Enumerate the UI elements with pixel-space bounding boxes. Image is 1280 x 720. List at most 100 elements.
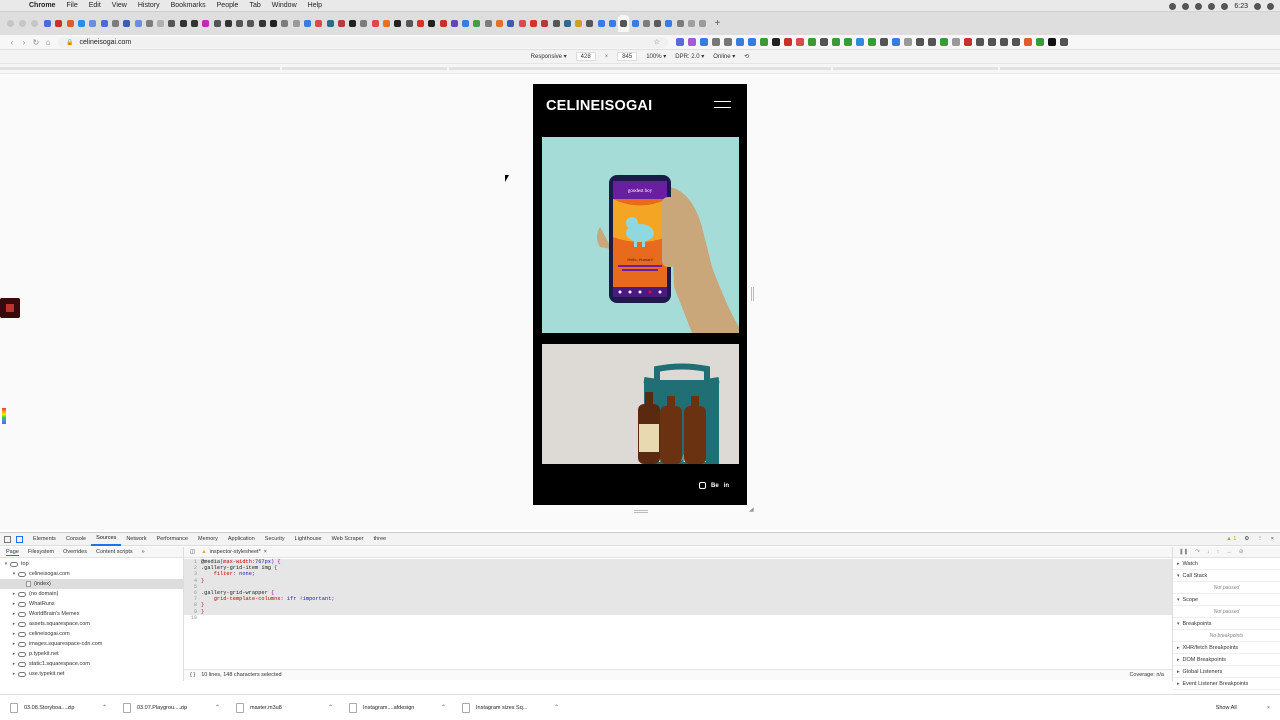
settings-gear-icon[interactable]: ⚙ <box>1244 536 1249 542</box>
line-number[interactable]: 6 <box>184 590 201 596</box>
tree-item[interactable]: ▸ WorldBrain's Memex <box>0 609 183 619</box>
browser-tab[interactable] <box>437 15 448 32</box>
browser-tab[interactable] <box>607 15 618 32</box>
tree-item[interactable]: ▸ p.typekit.net <box>0 649 183 659</box>
menu-edit[interactable]: Edit <box>89 2 101 9</box>
expanded-arrow-icon[interactable]: ▾ <box>10 571 18 577</box>
zoom-window-button[interactable] <box>31 20 38 27</box>
close-downloads-icon[interactable]: × <box>1267 705 1270 711</box>
deactivate-breakpoints-icon[interactable]: ⊘ <box>1239 549 1244 555</box>
code-line[interactable]: 10 <box>184 615 1172 621</box>
devtools-tab-performance[interactable]: Performance <box>151 533 193 546</box>
dom-breakpoints-section[interactable]: ▸ DOM Breakpoints <box>1173 654 1280 666</box>
zoom-select[interactable]: 100% ▾ <box>646 53 666 60</box>
browser-tab[interactable] <box>483 15 494 32</box>
line-number[interactable]: 5 <box>184 584 201 590</box>
extension-icon[interactable] <box>1012 38 1020 46</box>
extension-icon[interactable] <box>964 38 972 46</box>
browser-tab[interactable] <box>42 15 53 32</box>
browser-tab[interactable] <box>550 15 561 32</box>
tree-item[interactable]: ▸ (no domain) <box>0 589 183 599</box>
minimize-window-button[interactable] <box>19 20 26 27</box>
network-throttle-select[interactable]: Online ▾ <box>713 53 735 60</box>
line-number[interactable]: 3 <box>184 571 201 577</box>
chevron-up-icon[interactable]: ⌃ <box>441 704 446 711</box>
download-item[interactable]: 03.07.Playgrou....zip ⌃ <box>113 702 226 713</box>
browser-tab[interactable] <box>358 15 369 32</box>
chevron-up-icon[interactable]: ⌃ <box>328 704 333 711</box>
menu-bookmarks[interactable]: Bookmarks <box>171 2 206 9</box>
extension-icon[interactable] <box>1024 38 1032 46</box>
status-icon[interactable] <box>1195 2 1203 10</box>
bookmark-star-icon[interactable]: ☆ <box>654 38 660 46</box>
browser-tab[interactable] <box>268 15 279 32</box>
ruler-segment[interactable] <box>282 67 447 70</box>
extension-icon[interactable] <box>712 38 720 46</box>
devtools-tab-memory[interactable]: Memory <box>193 533 223 546</box>
line-number[interactable]: 4 <box>184 578 201 584</box>
extension-icon[interactable] <box>700 38 708 46</box>
rotate-icon[interactable]: ⟲ <box>744 53 749 60</box>
browser-tab[interactable] <box>494 15 505 32</box>
viewport-resize-handle-bottom[interactable] <box>634 510 648 513</box>
browser-tab[interactable] <box>697 15 708 32</box>
browser-tab[interactable] <box>426 15 437 32</box>
browser-tab[interactable] <box>539 15 550 32</box>
color-picker-widget[interactable] <box>2 408 6 424</box>
site-logo[interactable]: CELINEISOGAI <box>546 98 652 114</box>
collapsed-arrow-icon[interactable]: ▸ <box>10 641 18 647</box>
download-item[interactable]: Instagram sizes Sq... ⌃ <box>452 702 565 713</box>
collapsed-arrow-icon[interactable]: ▸ <box>10 661 18 667</box>
menu-help[interactable]: Help <box>308 2 322 9</box>
viewport-width-input[interactable]: 428 <box>575 52 596 61</box>
browser-tab[interactable] <box>178 15 189 32</box>
extension-icon[interactable] <box>916 38 924 46</box>
gallery-image-beer-packaging[interactable]: HOOKER <box>542 344 739 464</box>
hamburger-menu-icon[interactable] <box>714 101 731 113</box>
more-options-icon[interactable]: ⋮ <box>1257 536 1263 542</box>
tree-item[interactable]: ▸ WhatRuns <box>0 599 183 609</box>
browser-tab[interactable] <box>370 15 381 32</box>
close-tab-icon[interactable]: × <box>264 549 267 555</box>
extension-icon[interactable] <box>736 38 744 46</box>
status-icon[interactable] <box>1169 2 1177 10</box>
browser-tab[interactable] <box>223 15 234 32</box>
menu-chrome[interactable]: Chrome <box>29 2 55 9</box>
browser-tab[interactable] <box>110 15 121 32</box>
extension-icon[interactable] <box>748 38 756 46</box>
home-icon[interactable]: ⌂ <box>42 38 54 47</box>
line-number[interactable]: 7 <box>184 596 201 602</box>
tree-item[interactable]: (index) <box>0 579 183 589</box>
extension-icon[interactable] <box>904 38 912 46</box>
ruler-segment[interactable] <box>449 67 831 70</box>
browser-tab[interactable] <box>629 15 640 32</box>
dpr-select[interactable]: DPR: 2.0 ▾ <box>675 53 704 60</box>
inspect-element-icon[interactable] <box>4 535 11 543</box>
devtools-tab-sources[interactable]: Sources <box>91 533 122 546</box>
browser-tab[interactable] <box>505 15 516 32</box>
extension-icon[interactable] <box>1000 38 1008 46</box>
watch-section[interactable]: ▸ Watch <box>1173 558 1280 570</box>
extension-icon[interactable] <box>1048 38 1056 46</box>
event-listener-breakpoints-section[interactable]: ▸ Event Listener Breakpoints <box>1173 678 1280 690</box>
pause-icon[interactable]: ❚❚ <box>1179 549 1188 555</box>
browser-tab[interactable] <box>516 15 527 32</box>
warning-count-badge[interactable]: ▲ 1 <box>1226 536 1236 542</box>
menu-tab[interactable]: Tab <box>249 2 260 9</box>
new-tab-icon[interactable]: + <box>715 18 721 29</box>
browser-tab[interactable] <box>245 15 256 32</box>
browser-tab[interactable] <box>584 15 595 32</box>
devtools-tab-three[interactable]: three <box>369 533 392 546</box>
tree-item[interactable]: ▸ static1.squarespace.com <box>0 659 183 669</box>
extension-icon[interactable] <box>688 38 696 46</box>
collapsed-arrow-icon[interactable]: ▸ <box>10 591 18 597</box>
collapsed-arrow-icon[interactable]: ▸ <box>10 601 18 607</box>
browser-tab[interactable] <box>404 15 415 32</box>
viewport-resize-corner-icon[interactable]: ◢ <box>749 506 754 513</box>
address-bar[interactable]: 🔒 celineisogai.com ☆ <box>58 36 668 48</box>
browser-tab[interactable] <box>573 15 584 32</box>
download-item[interactable]: Instagram....afdesign ⌃ <box>339 702 452 713</box>
clock[interactable]: 6:23 <box>1234 3 1248 10</box>
line-number[interactable]: 10 <box>184 615 201 621</box>
device-toolbar-icon[interactable] <box>16 535 23 543</box>
